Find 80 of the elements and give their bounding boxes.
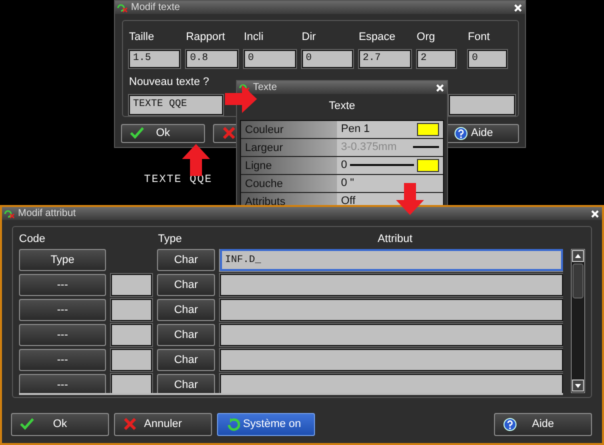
char-button[interactable]: Char xyxy=(157,274,215,296)
code-button[interactable]: --- xyxy=(19,274,106,296)
column-header: Attribut xyxy=(376,232,414,247)
arrow-icon xyxy=(395,182,425,216)
property-value: Pen 1 xyxy=(341,122,370,137)
help-button[interactable]: Aide xyxy=(445,124,519,143)
code-field[interactable] xyxy=(111,299,152,321)
attribute-field[interactable] xyxy=(220,299,563,321)
close-icon[interactable] xyxy=(590,208,600,218)
prompt-label: Nouveau texte ? xyxy=(129,74,210,90)
attribute-field[interactable] xyxy=(220,324,563,346)
property-value: 3-0.375mm xyxy=(341,140,397,155)
attribute-field[interactable] xyxy=(220,349,563,371)
field-label: Org xyxy=(416,30,436,45)
refresh-icon xyxy=(226,418,240,431)
window-title: Texte xyxy=(253,82,277,94)
cancel-button[interactable]: Annuler xyxy=(114,413,212,436)
cross-icon xyxy=(222,127,236,140)
input-field[interactable]: 0 xyxy=(302,50,353,68)
column-header: Type xyxy=(158,232,183,247)
field-label: Taille xyxy=(129,30,156,45)
cross-icon xyxy=(123,418,137,431)
text-field[interactable]: TEXTE QQE xyxy=(129,95,223,115)
field-label: Espace xyxy=(358,30,396,45)
field-label: Font xyxy=(468,30,491,45)
help-icon xyxy=(503,418,517,431)
field-label: Dir xyxy=(302,30,317,45)
window-title: Modif texte xyxy=(131,2,180,14)
column-header: Code xyxy=(19,232,46,247)
input-field[interactable]: 0 xyxy=(468,50,508,68)
ok-button[interactable]: Ok xyxy=(121,124,205,143)
input-field[interactable]: 0 xyxy=(244,50,296,68)
char-button[interactable]: Char xyxy=(157,324,215,346)
code-button[interactable]: --- xyxy=(19,349,106,371)
property-label: Ligne xyxy=(241,156,337,174)
scrollbar[interactable] xyxy=(571,249,585,393)
help-button[interactable]: Aide xyxy=(494,413,592,436)
app-icon xyxy=(4,208,15,218)
input-field[interactable]: 0.8 xyxy=(186,50,238,68)
field-label: Incli xyxy=(244,30,264,45)
code-field[interactable] xyxy=(111,274,152,296)
panel-heading: Texte xyxy=(328,99,356,114)
char-button[interactable]: Char xyxy=(157,374,215,393)
check-icon xyxy=(130,127,144,140)
input-field[interactable]: 1.5 xyxy=(129,50,180,68)
field-label: Rapport xyxy=(186,30,226,45)
property-label: Largeur xyxy=(241,138,337,156)
line-sample xyxy=(350,164,414,166)
color-swatch[interactable] xyxy=(417,158,439,172)
input-field[interactable]: 2.7 xyxy=(358,50,411,68)
window-title: Modif attribut xyxy=(18,208,76,220)
property-label: Couleur xyxy=(241,120,337,138)
code-field[interactable] xyxy=(111,349,152,371)
ok-button[interactable]: Ok xyxy=(11,413,109,436)
code-button[interactable]: Type xyxy=(19,249,106,271)
app-icon xyxy=(117,2,128,12)
close-icon[interactable] xyxy=(513,2,523,12)
color-swatch[interactable] xyxy=(417,122,439,136)
char-button[interactable]: Char xyxy=(157,349,215,371)
property-value: 0 xyxy=(341,158,348,173)
char-button[interactable]: Char xyxy=(157,249,215,271)
code-button[interactable]: --- xyxy=(19,324,106,346)
system-button[interactable]: Système on xyxy=(217,413,315,436)
attribute-field[interactable]: INF.D_ xyxy=(220,249,563,271)
property-value: Off xyxy=(341,194,356,209)
line-sample xyxy=(413,146,439,148)
property-label: Couche xyxy=(241,174,337,192)
char-button[interactable]: Char xyxy=(157,299,215,321)
code-button[interactable]: --- xyxy=(19,299,106,321)
property-value: 0 " xyxy=(341,176,354,191)
input-field[interactable]: 2 xyxy=(416,50,456,68)
code-field[interactable] xyxy=(111,374,152,393)
help-icon xyxy=(454,127,468,140)
attribute-field[interactable] xyxy=(220,274,563,296)
close-icon[interactable] xyxy=(435,82,445,92)
text-field[interactable] xyxy=(449,95,515,115)
attribute-field[interactable] xyxy=(220,374,563,393)
code-field[interactable] xyxy=(111,324,152,346)
check-icon xyxy=(20,418,34,431)
code-button[interactable]: --- xyxy=(19,374,106,393)
